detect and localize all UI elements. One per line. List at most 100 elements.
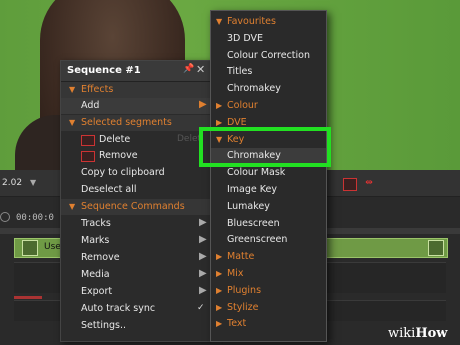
context-menu-item-matte[interactable]: ▶ Matte — [211, 249, 326, 266]
context-menu-item-label: 3D DVE — [227, 32, 264, 44]
section-effects[interactable]: ▼ Effects — [61, 82, 211, 98]
context-menu-item-titles[interactable]: Titles — [211, 64, 326, 81]
context-menu-item-colour[interactable]: ▶ Colour — [211, 98, 326, 115]
menu-item-deselect-all[interactable]: Deselect all — [61, 182, 211, 198]
menu-item-label: Auto track sync — [81, 303, 156, 314]
menu-item-label: Settings.. — [81, 320, 127, 331]
menu-item-media[interactable]: Media ▶ — [61, 267, 211, 283]
context-menu-item-stylize[interactable]: ▶ Stylize — [211, 300, 326, 317]
menu-item-label: Remove — [99, 150, 138, 161]
submenu-arrow-icon: ▶ — [199, 268, 207, 279]
submenu-arrow-icon: ▶ — [216, 285, 223, 295]
clip-thumbnail-start — [22, 240, 38, 256]
menu-item-remove-commands[interactable]: Remove ▶ — [61, 250, 211, 266]
context-menu-item-label: Greenscreen — [227, 234, 288, 246]
context-menu-item-label: Plugins — [227, 284, 262, 296]
menu-item-label: Add — [81, 100, 100, 111]
menu-item-label: Remove — [81, 252, 120, 263]
menu-item-label: Delete — [99, 134, 131, 145]
context-menu-item-label: Bluescreen — [227, 217, 280, 229]
menu-item-label: Export — [81, 286, 113, 297]
context-menu-item-chromakey[interactable]: Chromakey — [211, 81, 326, 98]
context-menu-item-colour-mask[interactable]: Colour Mask — [211, 165, 326, 182]
menu-item-auto-track-sync[interactable]: Auto track sync ✓ — [61, 301, 211, 317]
clock-icon — [0, 212, 10, 222]
submenu-arrow-icon: ▶ — [199, 234, 207, 245]
expanded-arrow-icon: ▼ — [216, 17, 223, 26]
section-sequence-commands[interactable]: ▼ Sequence Commands — [61, 199, 211, 215]
submenu-arrow-icon: ▶ — [216, 269, 223, 278]
sequence-panel-header[interactable]: Sequence #1 📌 ✕ — [61, 61, 211, 82]
mark-out-icon[interactable]: ⇹ — [362, 178, 376, 189]
context-menu-item-text[interactable]: ▶ Text — [211, 316, 326, 333]
pin-icon[interactable]: 📌 — [183, 64, 194, 74]
submenu-arrow-icon: ▶ — [199, 99, 207, 110]
context-menu-item-3d-dve[interactable]: 3D DVE — [211, 31, 326, 48]
submenu-arrow-icon: ▶ — [216, 252, 223, 262]
context-menu-item-label: Favourites — [227, 16, 276, 27]
context-menu-item-image-key[interactable]: Image Key — [211, 182, 326, 199]
context-menu-item-label: Stylize — [227, 301, 259, 313]
remove-icon — [81, 151, 95, 162]
section-selected-segments[interactable]: ▼ Selected segments — [61, 115, 211, 131]
submenu-arrow-icon: ▶ — [199, 251, 207, 262]
checkmark-icon: ✓ — [197, 303, 205, 313]
context-menu-item-label: Colour Correction — [227, 49, 310, 61]
watermark-suffix: How — [415, 326, 448, 341]
sequence-panel-title: Sequence #1 — [67, 65, 141, 76]
menu-item-add[interactable]: Add ▶ — [61, 98, 211, 114]
context-menu-item-label: Matte — [227, 251, 255, 263]
context-menu-item-label: Titles — [227, 66, 253, 78]
context-menu-item-label: Colour Mask — [227, 167, 286, 179]
clip-label: Use — [44, 242, 61, 252]
section-label: Effects — [81, 84, 114, 95]
context-menu-item-label: Colour — [227, 100, 258, 111]
menu-item-marks[interactable]: Marks ▶ — [61, 233, 211, 249]
submenu-arrow-icon: ▶ — [199, 285, 207, 296]
effects-context-menu: ▼ Favourites 3D DVE Colour Correction Titles… — [210, 10, 327, 342]
menu-item-label: Deselect all — [81, 184, 137, 195]
sequence-panel: Sequence #1 📌 ✕ ▼ Effects Add ▶ ▼ Select… — [60, 60, 212, 342]
mark-in-icon[interactable] — [343, 178, 357, 191]
menu-item-export[interactable]: Export ▶ — [61, 284, 211, 300]
context-menu-item-mix[interactable]: ▶ Mix — [211, 266, 326, 283]
context-menu-item-lumakey[interactable]: Lumakey — [211, 199, 326, 216]
menu-item-delete[interactable]: Delete Delet — [61, 132, 211, 148]
submenu-arrow-icon: ▶ — [216, 117, 223, 127]
context-menu-item-label: Text — [227, 318, 247, 330]
menu-item-label: Marks — [81, 235, 110, 246]
audio-marker — [14, 296, 42, 299]
menu-item-tracks[interactable]: Tracks ▶ — [61, 216, 211, 232]
watermark-brand: wiki — [388, 326, 416, 341]
close-icon[interactable]: ✕ — [196, 63, 205, 76]
context-menu-item-label: Lumakey — [227, 200, 270, 212]
zoom-dropdown-icon[interactable]: ▼ — [30, 178, 36, 187]
watermark: wikiHow — [388, 326, 447, 341]
menu-item-label: Media — [81, 269, 110, 280]
context-menu-item-label: Chromakey — [227, 83, 281, 95]
timeline-zoom-value[interactable]: 2.02 — [2, 178, 22, 188]
menu-item-settings[interactable]: Settings.. — [61, 318, 211, 334]
section-label: Selected segments — [81, 117, 172, 128]
delete-icon — [81, 135, 95, 146]
menu-item-label: Tracks — [81, 218, 111, 229]
submenu-arrow-icon: ▶ — [216, 101, 223, 110]
context-menu-item-bluescreen[interactable]: Bluescreen — [211, 216, 326, 233]
timeline-timecode: 00:00:0 — [16, 213, 54, 223]
submenu-arrow-icon: ▶ — [199, 217, 207, 228]
collapse-arrow-icon: ▼ — [69, 118, 76, 127]
menu-item-label: Copy to clipboard — [81, 167, 165, 178]
context-menu-item-plugins[interactable]: ▶ Plugins — [211, 283, 326, 300]
context-menu-item-label: Mix — [227, 268, 244, 279]
context-menu-item-colour-correction[interactable]: Colour Correction — [211, 48, 326, 65]
context-menu-item-greenscreen[interactable]: Greenscreen — [211, 232, 326, 249]
submenu-arrow-icon: ▶ — [216, 319, 223, 329]
context-menu-item-favourites[interactable]: ▼ Favourites — [211, 14, 326, 31]
menu-item-copy-to-clipboard[interactable]: Copy to clipboard — [61, 165, 211, 181]
collapse-arrow-icon: ▼ — [69, 85, 76, 94]
highlight-box — [199, 127, 331, 167]
menu-item-remove[interactable]: Remove — [61, 148, 211, 164]
collapse-arrow-icon: ▼ — [69, 202, 76, 211]
context-menu-item-label: Image Key — [227, 184, 277, 195]
shortcut-hint: Delet — [177, 134, 202, 144]
